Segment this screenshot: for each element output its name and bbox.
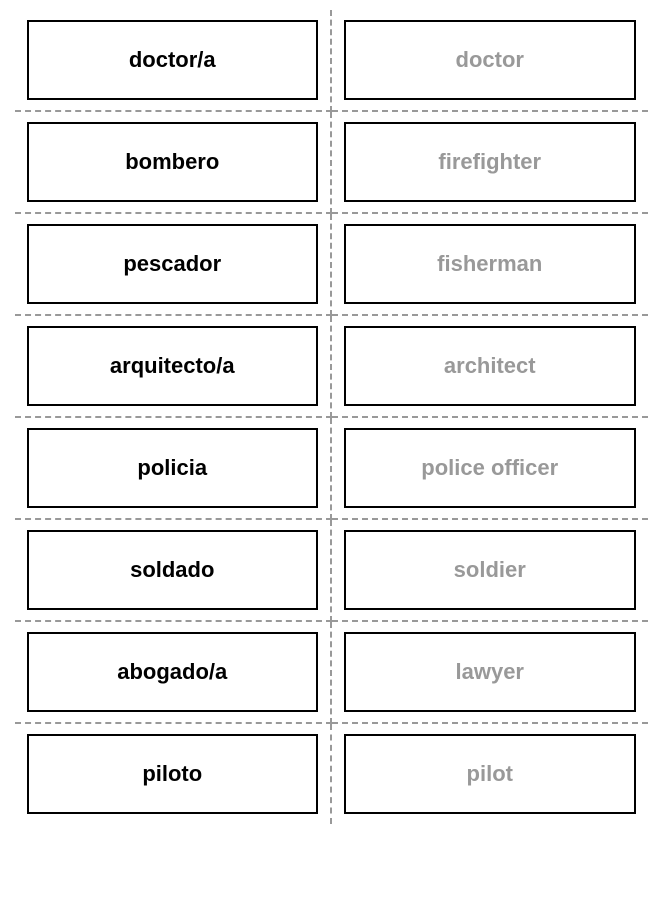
english-text-3: architect [444,353,536,379]
spanish-text-1: bombero [125,149,219,175]
spanish-text-4: policia [137,455,207,481]
spanish-text-5: soldado [130,557,214,583]
english-card-6: lawyer [344,632,637,712]
left-cell-1: bombero [15,112,332,214]
english-card-3: architect [344,326,637,406]
spanish-card-2: pescador [27,224,318,304]
english-text-7: pilot [467,761,513,787]
english-card-7: pilot [344,734,637,814]
spanish-card-1: bombero [27,122,318,202]
right-cell-3: architect [332,316,649,418]
english-text-2: fisherman [437,251,542,277]
english-text-6: lawyer [456,659,525,685]
right-cell-5: soldier [332,520,649,622]
left-cell-5: soldado [15,520,332,622]
right-cell-6: lawyer [332,622,649,724]
spanish-text-2: pescador [123,251,221,277]
spanish-text-3: arquitecto/a [110,353,235,379]
english-text-4: police officer [421,455,558,481]
right-cell-7: pilot [332,724,649,824]
left-cell-7: piloto [15,724,332,824]
flashcard-page: doctor/a doctor bombero firefighter pescador… [0,0,663,922]
english-card-0: doctor [344,20,637,100]
english-card-4: police officer [344,428,637,508]
left-cell-6: abogado/a [15,622,332,724]
spanish-card-4: policia [27,428,318,508]
right-cell-2: fisherman [332,214,649,316]
spanish-card-3: arquitecto/a [27,326,318,406]
spanish-card-7: piloto [27,734,318,814]
english-text-1: firefighter [438,149,541,175]
flashcard-grid: doctor/a doctor bombero firefighter pescador… [15,10,648,824]
spanish-card-6: abogado/a [27,632,318,712]
right-cell-1: firefighter [332,112,649,214]
english-card-2: fisherman [344,224,637,304]
right-cell-0: doctor [332,10,649,112]
left-cell-4: policia [15,418,332,520]
spanish-text-6: abogado/a [117,659,227,685]
english-text-5: soldier [454,557,526,583]
left-cell-0: doctor/a [15,10,332,112]
spanish-card-5: soldado [27,530,318,610]
spanish-text-7: piloto [142,761,202,787]
english-card-5: soldier [344,530,637,610]
english-text-0: doctor [456,47,524,73]
spanish-text-0: doctor/a [129,47,216,73]
left-cell-2: pescador [15,214,332,316]
right-cell-4: police officer [332,418,649,520]
left-cell-3: arquitecto/a [15,316,332,418]
spanish-card-0: doctor/a [27,20,318,100]
english-card-1: firefighter [344,122,637,202]
